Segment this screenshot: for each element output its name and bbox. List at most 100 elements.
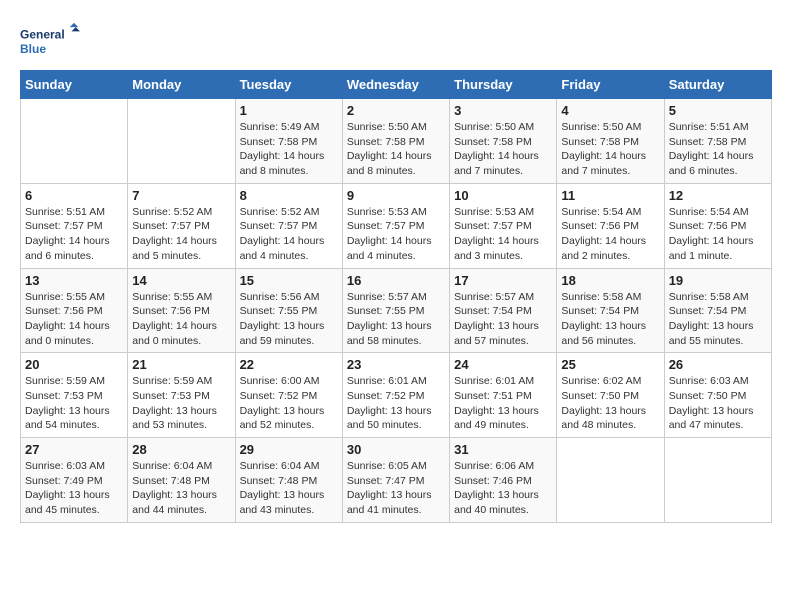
day-detail: Sunrise: 5:52 AMSunset: 7:57 PMDaylight:… bbox=[240, 205, 338, 264]
day-detail: Sunrise: 6:01 AMSunset: 7:52 PMDaylight:… bbox=[347, 374, 445, 433]
day-number: 5 bbox=[669, 103, 767, 118]
day-detail: Sunrise: 6:00 AMSunset: 7:52 PMDaylight:… bbox=[240, 374, 338, 433]
calendar-cell: 30 Sunrise: 6:05 AMSunset: 7:47 PMDayligh… bbox=[342, 438, 449, 523]
calendar-cell: 14 Sunrise: 5:55 AMSunset: 7:56 PMDayligh… bbox=[128, 268, 235, 353]
day-detail: Sunrise: 5:59 AMSunset: 7:53 PMDaylight:… bbox=[132, 374, 230, 433]
day-detail: Sunrise: 5:59 AMSunset: 7:53 PMDaylight:… bbox=[25, 374, 123, 433]
day-number: 3 bbox=[454, 103, 552, 118]
calendar-cell: 11 Sunrise: 5:54 AMSunset: 7:56 PMDayligh… bbox=[557, 183, 664, 268]
calendar-cell: 17 Sunrise: 5:57 AMSunset: 7:54 PMDayligh… bbox=[450, 268, 557, 353]
day-detail: Sunrise: 5:50 AMSunset: 7:58 PMDaylight:… bbox=[347, 120, 445, 179]
day-detail: Sunrise: 5:49 AMSunset: 7:58 PMDaylight:… bbox=[240, 120, 338, 179]
calendar-cell: 4Sunrise: 5:50 AMSunset: 7:58 PMDaylight… bbox=[557, 99, 664, 184]
calendar-cell bbox=[664, 438, 771, 523]
calendar-cell: 23 Sunrise: 6:01 AMSunset: 7:52 PMDayligh… bbox=[342, 353, 449, 438]
day-detail: Sunrise: 6:03 AMSunset: 7:50 PMDaylight:… bbox=[669, 374, 767, 433]
calendar-cell: 20 Sunrise: 5:59 AMSunset: 7:53 PMDayligh… bbox=[21, 353, 128, 438]
day-detail: Sunrise: 5:52 AMSunset: 7:57 PMDaylight:… bbox=[132, 205, 230, 264]
logo: General Blue bbox=[20, 20, 80, 60]
calendar-cell: 13 Sunrise: 5:55 AMSunset: 7:56 PMDayligh… bbox=[21, 268, 128, 353]
day-detail: Sunrise: 5:50 AMSunset: 7:58 PMDaylight:… bbox=[561, 120, 659, 179]
day-number: 22 bbox=[240, 357, 338, 372]
day-number: 9 bbox=[347, 188, 445, 203]
day-detail: Sunrise: 6:04 AMSunset: 7:48 PMDaylight:… bbox=[240, 459, 338, 518]
calendar-cell: 29 Sunrise: 6:04 AMSunset: 7:48 PMDayligh… bbox=[235, 438, 342, 523]
day-detail: Sunrise: 5:55 AMSunset: 7:56 PMDaylight:… bbox=[25, 290, 123, 349]
day-number: 2 bbox=[347, 103, 445, 118]
calendar-cell: 31 Sunrise: 6:06 AMSunset: 7:46 PMDayligh… bbox=[450, 438, 557, 523]
day-detail: Sunrise: 6:06 AMSunset: 7:46 PMDaylight:… bbox=[454, 459, 552, 518]
svg-text:Blue: Blue bbox=[20, 42, 46, 56]
calendar-cell: 7 Sunrise: 5:52 AMSunset: 7:57 PMDaylight… bbox=[128, 183, 235, 268]
calendar-cell: 27Sunrise: 6:03 AMSunset: 7:49 PMDayligh… bbox=[21, 438, 128, 523]
calendar-cell: 25Sunrise: 6:02 AMSunset: 7:50 PMDayligh… bbox=[557, 353, 664, 438]
day-detail: Sunrise: 5:50 AMSunset: 7:58 PMDaylight:… bbox=[454, 120, 552, 179]
day-detail: Sunrise: 5:57 AMSunset: 7:55 PMDaylight:… bbox=[347, 290, 445, 349]
calendar-cell: 12 Sunrise: 5:54 AMSunset: 7:56 PMDayligh… bbox=[664, 183, 771, 268]
logo-svg: General Blue bbox=[20, 20, 80, 60]
weekday-header-monday: Monday bbox=[128, 71, 235, 99]
day-number: 16 bbox=[347, 273, 445, 288]
day-detail: Sunrise: 5:58 AMSunset: 7:54 PMDaylight:… bbox=[669, 290, 767, 349]
calendar-cell: 5 Sunrise: 5:51 AMSunset: 7:58 PMDaylight… bbox=[664, 99, 771, 184]
weekday-header-thursday: Thursday bbox=[450, 71, 557, 99]
day-number: 11 bbox=[561, 188, 659, 203]
calendar-cell: 16 Sunrise: 5:57 AMSunset: 7:55 PMDayligh… bbox=[342, 268, 449, 353]
day-number: 31 bbox=[454, 442, 552, 457]
calendar-cell: 24Sunrise: 6:01 AMSunset: 7:51 PMDayligh… bbox=[450, 353, 557, 438]
svg-text:General: General bbox=[20, 27, 65, 41]
day-detail: Sunrise: 5:57 AMSunset: 7:54 PMDaylight:… bbox=[454, 290, 552, 349]
calendar-cell: 1 Sunrise: 5:49 AMSunset: 7:58 PMDaylight… bbox=[235, 99, 342, 184]
day-number: 28 bbox=[132, 442, 230, 457]
day-number: 21 bbox=[132, 357, 230, 372]
day-number: 30 bbox=[347, 442, 445, 457]
day-number: 14 bbox=[132, 273, 230, 288]
day-detail: Sunrise: 6:01 AMSunset: 7:51 PMDaylight:… bbox=[454, 374, 552, 433]
day-detail: Sunrise: 5:56 AMSunset: 7:55 PMDaylight:… bbox=[240, 290, 338, 349]
calendar-cell: 21 Sunrise: 5:59 AMSunset: 7:53 PMDayligh… bbox=[128, 353, 235, 438]
day-number: 26 bbox=[669, 357, 767, 372]
calendar-cell: 22 Sunrise: 6:00 AMSunset: 7:52 PMDayligh… bbox=[235, 353, 342, 438]
weekday-header-sunday: Sunday bbox=[21, 71, 128, 99]
calendar-cell: 19Sunrise: 5:58 AMSunset: 7:54 PMDayligh… bbox=[664, 268, 771, 353]
calendar-cell: 18 Sunrise: 5:58 AMSunset: 7:54 PMDayligh… bbox=[557, 268, 664, 353]
calendar-cell: 6 Sunrise: 5:51 AMSunset: 7:57 PMDaylight… bbox=[21, 183, 128, 268]
day-number: 13 bbox=[25, 273, 123, 288]
day-number: 25 bbox=[561, 357, 659, 372]
day-detail: Sunrise: 5:54 AMSunset: 7:56 PMDaylight:… bbox=[561, 205, 659, 264]
day-number: 7 bbox=[132, 188, 230, 203]
day-number: 15 bbox=[240, 273, 338, 288]
day-detail: Sunrise: 5:58 AMSunset: 7:54 PMDaylight:… bbox=[561, 290, 659, 349]
day-number: 1 bbox=[240, 103, 338, 118]
day-number: 20 bbox=[25, 357, 123, 372]
day-number: 27 bbox=[25, 442, 123, 457]
weekday-header-friday: Friday bbox=[557, 71, 664, 99]
calendar-cell bbox=[128, 99, 235, 184]
calendar-cell: 2 Sunrise: 5:50 AMSunset: 7:58 PMDaylight… bbox=[342, 99, 449, 184]
calendar-cell: 10Sunrise: 5:53 AMSunset: 7:57 PMDayligh… bbox=[450, 183, 557, 268]
day-number: 8 bbox=[240, 188, 338, 203]
weekday-header-saturday: Saturday bbox=[664, 71, 771, 99]
calendar-cell bbox=[21, 99, 128, 184]
day-detail: Sunrise: 5:53 AMSunset: 7:57 PMDaylight:… bbox=[454, 205, 552, 264]
day-detail: Sunrise: 5:51 AMSunset: 7:58 PMDaylight:… bbox=[669, 120, 767, 179]
day-number: 18 bbox=[561, 273, 659, 288]
day-detail: Sunrise: 6:04 AMSunset: 7:48 PMDaylight:… bbox=[132, 459, 230, 518]
calendar-cell: 28 Sunrise: 6:04 AMSunset: 7:48 PMDayligh… bbox=[128, 438, 235, 523]
day-number: 23 bbox=[347, 357, 445, 372]
calendar-cell: 26 Sunrise: 6:03 AMSunset: 7:50 PMDayligh… bbox=[664, 353, 771, 438]
day-detail: Sunrise: 5:51 AMSunset: 7:57 PMDaylight:… bbox=[25, 205, 123, 264]
weekday-header-tuesday: Tuesday bbox=[235, 71, 342, 99]
day-detail: Sunrise: 6:05 AMSunset: 7:47 PMDaylight:… bbox=[347, 459, 445, 518]
calendar-cell: 15 Sunrise: 5:56 AMSunset: 7:55 PMDayligh… bbox=[235, 268, 342, 353]
day-detail: Sunrise: 5:53 AMSunset: 7:57 PMDaylight:… bbox=[347, 205, 445, 264]
day-detail: Sunrise: 5:54 AMSunset: 7:56 PMDaylight:… bbox=[669, 205, 767, 264]
day-number: 6 bbox=[25, 188, 123, 203]
calendar-cell bbox=[557, 438, 664, 523]
weekday-header-wednesday: Wednesday bbox=[342, 71, 449, 99]
day-detail: Sunrise: 5:55 AMSunset: 7:56 PMDaylight:… bbox=[132, 290, 230, 349]
calendar-cell: 3 Sunrise: 5:50 AMSunset: 7:58 PMDaylight… bbox=[450, 99, 557, 184]
day-number: 17 bbox=[454, 273, 552, 288]
day-number: 12 bbox=[669, 188, 767, 203]
day-number: 29 bbox=[240, 442, 338, 457]
